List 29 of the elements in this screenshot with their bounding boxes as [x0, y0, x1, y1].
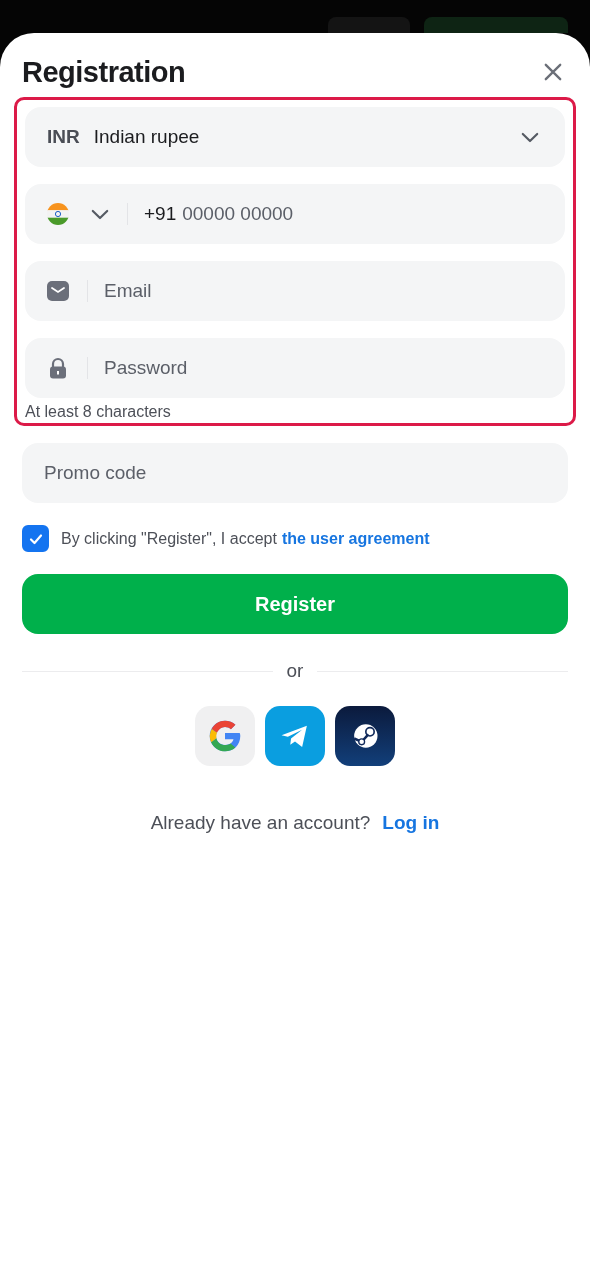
google-button[interactable] [195, 706, 255, 766]
phone-prefix: +91 [144, 203, 177, 225]
user-agreement-link[interactable]: the user agreement [281, 529, 430, 548]
telegram-button[interactable] [265, 706, 325, 766]
lock-icon [47, 357, 69, 379]
agreement-checkbox[interactable] [22, 525, 49, 552]
flag-icon [47, 203, 69, 225]
close-icon[interactable] [544, 63, 562, 81]
chevron-icon [521, 131, 539, 143]
promo-code-input[interactable]: Promo code [44, 462, 546, 484]
password-hint: At least 8 characters [25, 403, 172, 421]
phone-number-input[interactable]: 00000 00000 [182, 203, 543, 225]
envelope-icon [47, 280, 69, 302]
chevron-icon[interactable] [91, 208, 109, 220]
agreement-text: By clicking "Register", I accept [61, 529, 277, 548]
login-link[interactable]: Log in [382, 812, 440, 834]
google-g-icon [207, 718, 243, 754]
divider-label: or [286, 660, 304, 682]
currency-select[interactable]: INR Indian rupee [25, 107, 565, 167]
password-input[interactable]: Password [104, 357, 543, 379]
promo-code-field[interactable]: Promo code [22, 443, 568, 503]
register-button[interactable]: Register [22, 574, 568, 634]
login-prompt: Already have an account? [150, 812, 371, 834]
email-input[interactable]: Email [104, 280, 543, 302]
steam-button[interactable] [335, 706, 395, 766]
password-field[interactable]: Password [25, 338, 565, 398]
dialog-title: Registration [22, 55, 186, 89]
email-field[interactable]: Email [25, 261, 565, 321]
phone-field[interactable]: +91 00000 00000 [25, 184, 565, 244]
